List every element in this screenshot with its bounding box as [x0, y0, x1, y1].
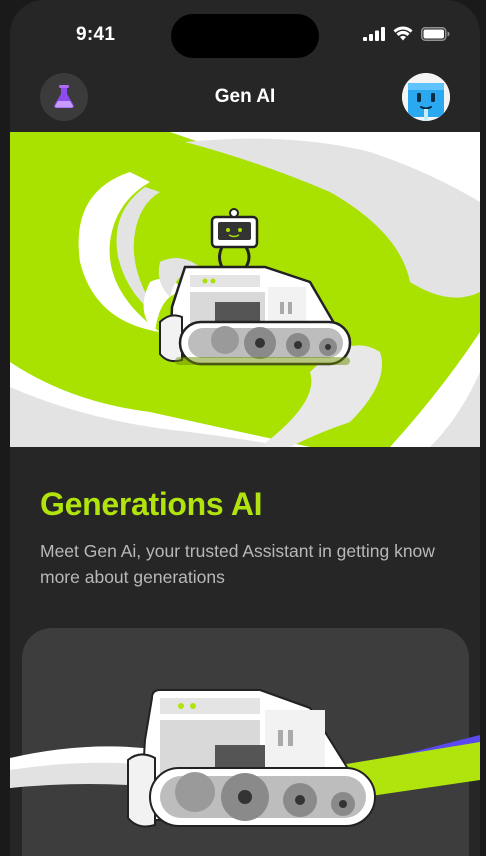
wifi-icon: [393, 26, 413, 41]
status-time: 9:41: [76, 24, 116, 45]
section-heading: Generations AI: [40, 486, 263, 522]
robot-bulldozer-illustration: [10, 132, 480, 447]
card-illustration-area: [10, 680, 480, 856]
section-description: Meet Gen Ai, your trusted Assistant in g…: [40, 541, 435, 587]
robot-avatar: [402, 73, 450, 121]
dynamic-island: [171, 14, 319, 58]
bulldozer-illustration: [10, 689, 480, 828]
hero-banner: [10, 132, 480, 447]
battery-icon: [421, 26, 450, 41]
phone-screen: 9:41 Gen AI Generations AI Meet Gen Ai, …: [10, 0, 480, 856]
status-icons: [363, 26, 450, 41]
cellular-signal-icon: [363, 26, 385, 41]
profile-avatar-button[interactable]: [402, 73, 450, 121]
